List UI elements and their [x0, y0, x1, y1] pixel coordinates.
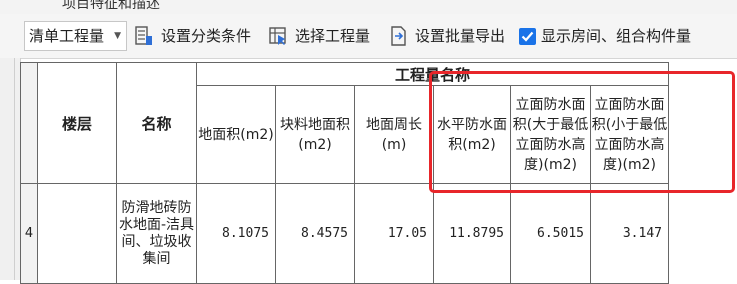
chevron-down-icon: ▼ [114, 31, 121, 41]
cell-vertical-waterproof-below-min[interactable]: 3.147 [590, 183, 669, 284]
cell-vertical-waterproof-above-min[interactable]: 6.5015 [510, 183, 591, 284]
set-category-label: 设置分类条件 [161, 27, 252, 45]
show-rooms-label: 显示房间、组合构件量 [541, 27, 692, 45]
show-rooms-checkbox[interactable]: 显示房间、组合构件量 [519, 21, 697, 51]
cell-name[interactable]: 防滑地砖防水地面-洁具间、垃圾收集间 [116, 183, 197, 284]
row-index[interactable]: 4 [20, 183, 38, 284]
category-condition-icon [135, 26, 152, 45]
set-category-condition-button[interactable]: 设置分类条件 [135, 21, 259, 51]
quantity-type-dropdown[interactable]: 清单工程量 ▼ [24, 21, 127, 51]
left-panel-edge [0, 58, 21, 280]
column-header-floor[interactable]: 楼层 [37, 62, 117, 184]
batch-export-label: 设置批量导出 [415, 27, 506, 45]
table-row[interactable]: 4 防滑地砖防水地面-洁具间、垃圾收集间 8.1075 8.4575 17.05… [20, 183, 669, 284]
select-quantity-label: 选择工程量 [295, 27, 371, 45]
select-grid-icon [269, 27, 286, 45]
cell-floor-perimeter[interactable]: 17.05 [354, 183, 434, 284]
batch-export-icon [391, 26, 406, 46]
window-title: 项目特征和描述 [62, 0, 160, 12]
window-title-bar: 项目特征和描述 [0, 0, 737, 15]
cell-horizontal-waterproof-area[interactable]: 11.8795 [433, 183, 511, 284]
checkbox-checked-icon [519, 28, 536, 45]
cell-floor-area[interactable]: 8.1075 [196, 183, 276, 284]
cell-floor[interactable] [37, 183, 117, 284]
column-header-floor-area[interactable]: 地面积(m2) [196, 85, 276, 184]
highlight-box [429, 71, 735, 193]
select-quantity-button[interactable]: 选择工程量 [269, 21, 379, 51]
cell-tile-floor-area[interactable]: 8.4575 [275, 183, 355, 284]
column-header-tile-floor-area[interactable]: 块料地面积(m2) [275, 85, 355, 184]
row-header-corner [20, 62, 38, 184]
column-header-name[interactable]: 名称 [116, 62, 197, 184]
quantity-type-value: 清单工程量 [29, 27, 105, 45]
toolbar: 清单工程量 ▼ 设置分类条件 选择工程量 设置批量导出 显示房间、组合构件量 [0, 14, 737, 59]
batch-export-button[interactable]: 设置批量导出 [389, 21, 513, 51]
column-header-floor-perimeter[interactable]: 地面周长(m) [354, 85, 434, 184]
